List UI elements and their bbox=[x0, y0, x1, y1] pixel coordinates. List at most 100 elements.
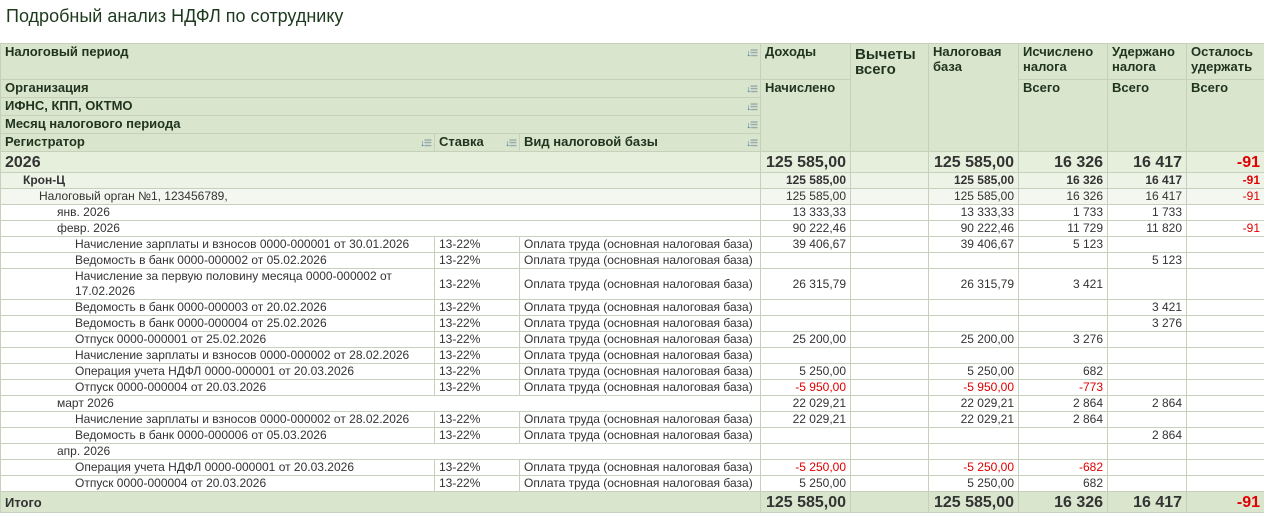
deductions-cell bbox=[850, 299, 930, 316]
table-row[interactable]: Начисление зарплаты и взносов 0000-00000… bbox=[0, 411, 1264, 428]
base-type-cell: Оплата труда (основная налоговая база) bbox=[518, 331, 762, 348]
report-table: Налоговый период ↓☰ Доходы Вычеты всего Н… bbox=[0, 43, 1264, 513]
table-row[interactable]: Отпуск 0000-000004 от 20.03.2026 13-22% Оп… bbox=[0, 379, 1264, 396]
income-cell bbox=[760, 443, 852, 460]
header-rate[interactable]: Ставка ↓☰ bbox=[434, 133, 520, 152]
table-row[interactable]: Начисление зарплаты и взносов 0000-00000… bbox=[0, 347, 1264, 364]
table-row[interactable]: Налоговый орган №1, 123456789, 125 585,00… bbox=[0, 188, 1264, 205]
table-row[interactable]: Отпуск 0000-000004 от 20.03.2026 13-22% Оп… bbox=[0, 475, 1264, 492]
table-row[interactable]: Начисление зарплаты и взносов 0000-00000… bbox=[0, 236, 1264, 253]
registrator-cell: Ведомость в банк 0000-000002 от 05.02.20… bbox=[0, 252, 435, 269]
header-period[interactable]: Налоговый период ↓☰ bbox=[0, 43, 762, 80]
registrator-cell: Ведомость в банк 0000-000003 от 20.02.20… bbox=[0, 299, 435, 316]
tax-base-cell: 125 585,00 bbox=[928, 188, 1020, 205]
header-remaining-total[interactable]: Всего bbox=[1186, 79, 1264, 152]
table-row[interactable]: март 2026 22 029,21 22 029,21 2 864 2 864 bbox=[0, 395, 1264, 412]
registrator-cell: Ведомость в банк 0000-000004 от 25.02.20… bbox=[0, 315, 435, 332]
table-row[interactable]: Ведомость в банк 0000-000002 от 05.02.20… bbox=[0, 252, 1264, 269]
header-tax-base[interactable]: Налоговая база bbox=[928, 43, 1020, 152]
sort-icon[interactable]: ↓☰ bbox=[746, 82, 758, 97]
header-calculated-total[interactable]: Всего bbox=[1018, 79, 1109, 152]
deductions-cell bbox=[850, 331, 930, 348]
withheld-cell: 3 276 bbox=[1107, 315, 1188, 332]
header-org[interactable]: Организация ↓☰ bbox=[0, 79, 762, 98]
row-label: янв. 2026 bbox=[0, 204, 762, 221]
base-type-cell: Оплата труда (основная налоговая база) bbox=[518, 347, 762, 364]
income-cell: 26 315,79 bbox=[760, 268, 852, 300]
table-row[interactable]: Ведомость в банк 0000-000006 от 05.03.20… bbox=[0, 427, 1264, 444]
rate-cell: 13-22% bbox=[434, 236, 520, 253]
base-type-cell: Оплата труда (основная налоговая база) bbox=[518, 299, 762, 316]
header-remaining[interactable]: Осталось удержать bbox=[1186, 43, 1264, 80]
table-row[interactable]: Ведомость в банк 0000-000004 от 25.02.20… bbox=[0, 315, 1264, 332]
total-calculated-cell: 16 326 bbox=[1018, 491, 1109, 513]
registrator-cell: Начисление зарплаты и взносов 0000-00000… bbox=[0, 347, 435, 364]
sort-icon[interactable]: ↓☰ bbox=[505, 136, 517, 151]
table-row[interactable]: 2026 125 585,00 125 585,00 16 326 16 417 -91 bbox=[0, 151, 1264, 173]
sort-icon[interactable]: ↓☰ bbox=[746, 46, 758, 61]
deductions-cell bbox=[850, 236, 930, 253]
header-withheld[interactable]: Удержано налога bbox=[1107, 43, 1188, 80]
header-accrued[interactable]: Начислено bbox=[760, 79, 852, 152]
table-row[interactable]: янв. 2026 13 333,33 13 333,33 1 733 1 733 bbox=[0, 204, 1264, 221]
income-cell: -5 250,00 bbox=[760, 459, 852, 476]
remaining-cell: -91 bbox=[1186, 188, 1264, 205]
tax-base-cell: -5 250,00 bbox=[928, 459, 1020, 476]
deductions-cell bbox=[850, 172, 930, 189]
deductions-cell bbox=[850, 315, 930, 332]
tax-base-cell bbox=[928, 299, 1020, 316]
header-income[interactable]: Доходы bbox=[760, 43, 852, 80]
income-cell: 125 585,00 bbox=[760, 188, 852, 205]
remaining-cell bbox=[1186, 411, 1264, 428]
withheld-cell bbox=[1107, 236, 1188, 253]
header-deductions[interactable]: Вычеты всего bbox=[850, 43, 930, 152]
tax-base-cell bbox=[928, 315, 1020, 332]
header-month[interactable]: Месяц налогового периода ↓☰ bbox=[0, 115, 762, 134]
row-label: Крон-Ц bbox=[0, 172, 762, 189]
sort-icon[interactable]: ↓☰ bbox=[746, 100, 758, 115]
header-withheld-total[interactable]: Всего bbox=[1107, 79, 1188, 152]
calculated-cell: 16 326 bbox=[1018, 151, 1109, 173]
total-remaining-cell: -91 bbox=[1186, 491, 1264, 513]
table-row[interactable]: Начисление за первую половину месяца 000… bbox=[0, 268, 1264, 300]
table-row[interactable]: Крон-Ц 125 585,00 125 585,00 16 326 16 417 -9… bbox=[0, 172, 1264, 189]
remaining-cell bbox=[1186, 379, 1264, 396]
deductions-cell bbox=[850, 427, 930, 444]
total-withheld-cell: 16 417 bbox=[1107, 491, 1188, 513]
header-ifns[interactable]: ИФНС, КПП, ОКТМО ↓☰ bbox=[0, 97, 762, 116]
base-type-cell: Оплата труда (основная налоговая база) bbox=[518, 236, 762, 253]
tax-base-cell bbox=[928, 443, 1020, 460]
table-row[interactable]: апр. 2026 bbox=[0, 443, 1264, 460]
calculated-cell: 16 326 bbox=[1018, 188, 1109, 205]
remaining-cell: -91 bbox=[1186, 151, 1264, 173]
tax-base-cell bbox=[928, 252, 1020, 269]
table-row[interactable]: февр. 2026 90 222,46 90 222,46 11 729 11 820… bbox=[0, 220, 1264, 237]
base-type-cell: Оплата труда (основная налоговая база) bbox=[518, 315, 762, 332]
remaining-cell bbox=[1186, 299, 1264, 316]
income-cell bbox=[760, 315, 852, 332]
withheld-cell: 11 820 bbox=[1107, 220, 1188, 237]
deductions-cell bbox=[850, 379, 930, 396]
sort-icon[interactable]: ↓☰ bbox=[746, 118, 758, 133]
sort-icon[interactable]: ↓☰ bbox=[420, 136, 432, 151]
table-row[interactable]: Ведомость в банк 0000-000003 от 20.02.20… bbox=[0, 299, 1264, 316]
withheld-cell bbox=[1107, 331, 1188, 348]
rate-cell: 13-22% bbox=[434, 411, 520, 428]
table-row[interactable]: Операция учета НДФЛ 0000-000001 от 20.03… bbox=[0, 363, 1264, 380]
tax-base-cell: 22 029,21 bbox=[928, 411, 1020, 428]
remaining-cell: -91 bbox=[1186, 172, 1264, 189]
header-base-type[interactable]: Вид налоговой базы ↓☰ bbox=[518, 133, 762, 152]
income-cell: 39 406,67 bbox=[760, 236, 852, 253]
tax-base-cell: 13 333,33 bbox=[928, 204, 1020, 221]
total-tax-base-cell: 125 585,00 bbox=[928, 491, 1020, 513]
remaining-cell bbox=[1186, 204, 1264, 221]
header-registrator[interactable]: Регистратор ↓☰ bbox=[0, 133, 435, 152]
header-calculated[interactable]: Исчислено налога bbox=[1018, 43, 1109, 80]
calculated-cell: 3 421 bbox=[1018, 268, 1109, 300]
table-row[interactable]: Операция учета НДФЛ 0000-000001 от 20.03… bbox=[0, 459, 1264, 476]
withheld-cell: 16 417 bbox=[1107, 188, 1188, 205]
table-row[interactable]: Отпуск 0000-000001 от 25.02.2026 13-22% Оп… bbox=[0, 331, 1264, 348]
sort-icon[interactable]: ↓☰ bbox=[746, 136, 758, 151]
calculated-cell: 682 bbox=[1018, 363, 1109, 380]
rate-cell: 13-22% bbox=[434, 347, 520, 364]
